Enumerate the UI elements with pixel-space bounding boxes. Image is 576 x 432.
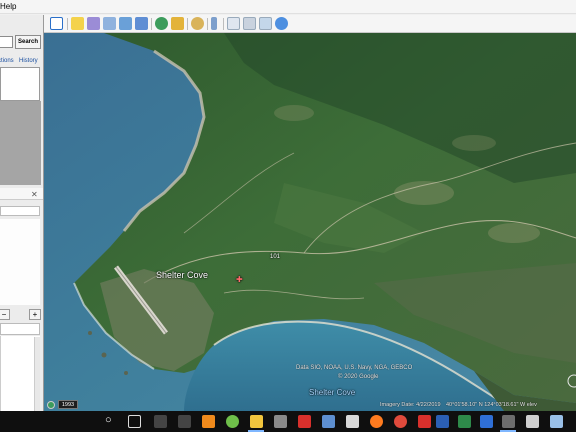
place-label[interactable]: Shelter Cove xyxy=(156,270,208,280)
planets-icon[interactable] xyxy=(191,17,204,30)
tour-icon[interactable] xyxy=(135,17,148,30)
excel-icon[interactable] xyxy=(458,415,471,428)
google-earth-icon[interactable] xyxy=(502,415,515,428)
menu-help[interactable]: Help xyxy=(0,2,16,11)
imagery-date: Imagery Date: 4/22/2019 xyxy=(380,402,441,408)
sidebar-toggle-icon[interactable] xyxy=(50,17,63,30)
app-icon[interactable] xyxy=(322,415,335,428)
add-button[interactable]: + xyxy=(29,309,41,320)
menu-bar: Help xyxy=(0,0,576,14)
close-icon[interactable]: ✕ xyxy=(31,190,38,199)
remove-button[interactable]: − xyxy=(0,309,10,320)
task-view-icon[interactable] xyxy=(128,415,141,428)
acrobat-reader-icon[interactable] xyxy=(418,415,431,428)
save-image-icon[interactable] xyxy=(259,17,272,30)
place-pin-icon[interactable]: ✚ xyxy=(236,275,243,284)
route-marker: 101 xyxy=(270,254,281,260)
word-icon[interactable] xyxy=(436,415,449,428)
toolbar-separator xyxy=(67,18,68,30)
google-earth-window: Help Search ctions History ✕ − xyxy=(0,0,576,432)
placemark-icon[interactable] xyxy=(71,17,84,30)
app-icon[interactable] xyxy=(154,415,167,428)
windows-taskbar: ○ xyxy=(0,411,576,432)
view-in-maps-icon[interactable] xyxy=(275,17,288,30)
toolbar-separator xyxy=(151,18,152,30)
satellite-imagery xyxy=(44,33,576,411)
store-icon[interactable] xyxy=(274,415,287,428)
search-input[interactable] xyxy=(0,36,13,48)
path-icon[interactable] xyxy=(103,17,116,30)
acrobat-icon[interactable] xyxy=(298,415,311,428)
toolbar-separator xyxy=(207,18,208,30)
image-overlay-icon[interactable] xyxy=(119,17,132,30)
layers-panel-header xyxy=(0,323,40,335)
app-icon[interactable] xyxy=(226,415,239,428)
firefox-icon[interactable] xyxy=(370,415,383,428)
historical-imagery-icon[interactable] xyxy=(155,17,168,30)
app-icon[interactable] xyxy=(178,415,191,428)
notepad-icon[interactable] xyxy=(550,415,563,428)
search-circle-icon[interactable]: ○ xyxy=(105,414,112,426)
ruler-icon[interactable] xyxy=(211,17,217,30)
search-button[interactable]: Search xyxy=(15,35,41,49)
polygon-icon[interactable] xyxy=(87,17,100,30)
places-filter-input[interactable] xyxy=(0,206,40,216)
status-bar: Imagery Date: 4/22/2019 40°01'58.10" N 1… xyxy=(44,398,576,411)
chrome-icon[interactable] xyxy=(394,415,407,428)
search-results-panel xyxy=(0,67,40,101)
app-icon[interactable] xyxy=(526,415,539,428)
app-icon[interactable] xyxy=(480,415,493,428)
email-icon[interactable] xyxy=(227,17,240,30)
toolbar xyxy=(44,15,576,33)
water-label: Shelter Cove xyxy=(309,388,356,397)
search-panel-empty-area xyxy=(0,101,41,185)
coordinates-readout: 40°01'58.10" N 124°03'18.61" W elev xyxy=(446,402,537,408)
places-tree xyxy=(0,219,40,305)
vlc-icon[interactable] xyxy=(202,415,215,428)
layers-scrollbar[interactable] xyxy=(34,337,40,415)
attribution-text: Data SIO, NOAA, U.S. Navy, NGA, GEBCO xyxy=(296,365,413,371)
map-viewport[interactable]: Shelter Cove ✚ 101 Shelter Cove Data SIO… xyxy=(44,33,576,411)
print-icon[interactable] xyxy=(243,17,256,30)
toolbar-separator xyxy=(223,18,224,30)
left-sidebar: Search ctions History ✕ − + xyxy=(0,15,44,415)
sunlight-icon[interactable] xyxy=(171,17,184,30)
app-icon[interactable] xyxy=(346,415,359,428)
file-explorer-icon[interactable] xyxy=(250,415,263,428)
tab-directions[interactable]: ctions xyxy=(0,58,14,64)
copyright-text: © 2020 Google xyxy=(338,374,379,380)
toolbar-separator xyxy=(187,18,188,30)
tab-history[interactable]: History xyxy=(19,58,38,64)
